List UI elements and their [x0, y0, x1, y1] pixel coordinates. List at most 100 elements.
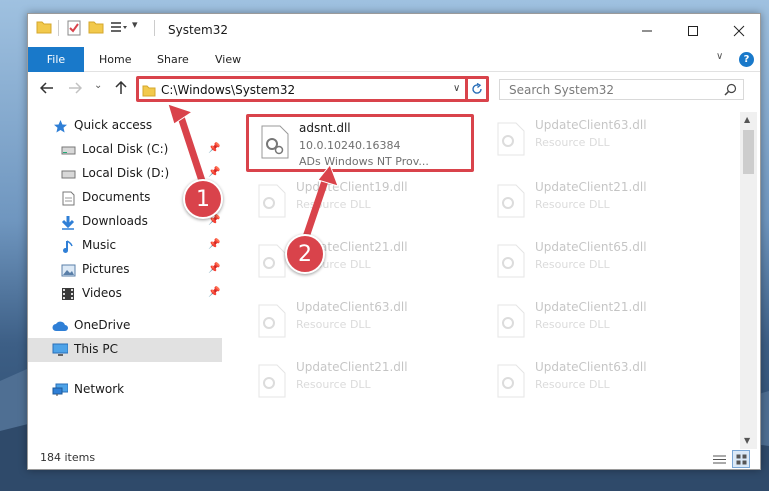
toolbar-divider — [154, 20, 155, 36]
file-item[interactable]: UpdateClient21.dll Resource DLL — [485, 296, 711, 354]
file-name: adsnt.dll — [299, 121, 351, 135]
sidebar-item-label: Downloads — [82, 214, 148, 228]
sidebar-item-this-pc[interactable]: This PC — [28, 338, 222, 362]
file-description: Resource DLL — [535, 318, 610, 331]
sidebar-item-label: Videos — [82, 286, 122, 300]
file-description: Resource DLL — [296, 198, 371, 211]
search-icon[interactable] — [724, 83, 737, 96]
dll-file-icon — [497, 364, 525, 398]
file-explorer-window: ▾ System32 File Home Share View ∨ ? ⌄ C:… — [27, 13, 761, 470]
file-item[interactable]: UpdateClient21.dll Resource DLL — [246, 356, 472, 414]
file-name: UpdateClient19.dll — [296, 180, 408, 194]
file-description: Resource DLL — [535, 198, 610, 211]
minimize-icon[interactable] — [624, 14, 670, 47]
status-bar: 184 items — [28, 447, 760, 469]
expand-ribbon-icon[interactable]: ∨ — [716, 51, 723, 62]
file-item[interactable]: UpdateClient63.dll Resource DLL — [485, 114, 711, 172]
star-icon — [52, 118, 68, 134]
file-description: Resource DLL — [296, 318, 371, 331]
drive-icon — [60, 166, 76, 182]
help-icon[interactable]: ? — [739, 52, 754, 67]
music-icon — [60, 238, 76, 254]
pin-icon[interactable]: 📌 — [208, 167, 220, 178]
downloads-icon — [60, 214, 76, 230]
dll-file-icon — [258, 364, 286, 398]
sidebar-item-onedrive[interactable]: OneDrive — [28, 314, 222, 338]
file-item[interactable]: UpdateClient19.dll Resource DLL — [246, 176, 472, 234]
dll-file-icon — [497, 304, 525, 338]
dll-file-icon — [258, 304, 286, 338]
sidebar-item-quick-access[interactable]: Quick access — [28, 114, 222, 138]
dll-file-icon — [497, 122, 525, 156]
scroll-up-icon[interactable]: ▲ — [744, 115, 750, 124]
ribbon: File Home Share View ∨ ? — [28, 47, 760, 72]
tab-share[interactable]: Share — [157, 47, 189, 72]
recent-locations-icon[interactable]: ⌄ — [94, 80, 102, 91]
file-item[interactable]: UpdateClient21.dll Resource DLL — [485, 176, 711, 234]
folder-icon — [36, 20, 52, 34]
navigation-pane: Quick access Local Disk (C:) 📌 Local Dis… — [28, 112, 224, 442]
documents-icon — [60, 190, 76, 206]
file-description: ADs Windows NT Prov... — [299, 155, 429, 168]
item-count: 184 items — [40, 451, 96, 464]
file-item-adsnt[interactable]: adsnt.dll 10.0.10240.16384 ADs Windows N… — [246, 114, 474, 172]
maximize-icon[interactable] — [670, 14, 716, 47]
sidebar-item-label: Local Disk (D:) — [82, 166, 170, 180]
refresh-button[interactable] — [465, 76, 489, 102]
large-icons-view-icon[interactable] — [732, 450, 750, 468]
sidebar-item-videos[interactable]: Videos 📌 — [28, 282, 222, 306]
cloud-icon — [52, 318, 68, 334]
search-input[interactable]: Search System32 — [499, 79, 744, 100]
file-name: UpdateClient21.dll — [535, 180, 647, 194]
details-view-icon[interactable] — [710, 450, 728, 468]
tab-view[interactable]: View — [215, 47, 241, 72]
file-item[interactable]: UpdateClient63.dll Resource DLL — [246, 296, 472, 354]
scrollbar-thumb[interactable] — [743, 130, 754, 174]
scroll-down-icon[interactable]: ▼ — [744, 436, 750, 445]
callout-step-1: 1 — [183, 179, 223, 219]
sidebar-item-network[interactable]: Network — [28, 378, 222, 402]
new-folder-icon[interactable] — [88, 20, 104, 34]
back-arrow-icon[interactable] — [39, 81, 54, 99]
file-name: UpdateClient63.dll — [535, 360, 647, 374]
file-name: UpdateClient21.dll — [296, 360, 408, 374]
customize-toolbar-icon[interactable] — [110, 20, 128, 34]
sidebar-item-label: Pictures — [82, 262, 130, 276]
up-arrow-icon[interactable] — [114, 80, 128, 99]
file-name: UpdateClient63.dll — [535, 118, 647, 132]
videos-icon — [60, 286, 76, 302]
tab-file[interactable]: File — [28, 47, 84, 72]
window-title: System32 — [168, 23, 229, 37]
sidebar-item-pictures[interactable]: Pictures 📌 — [28, 258, 222, 282]
file-version: 10.0.10240.16384 — [299, 139, 401, 152]
dll-file-icon — [497, 244, 525, 278]
pin-icon[interactable]: 📌 — [208, 143, 220, 154]
properties-icon[interactable] — [66, 20, 82, 36]
sidebar-item-label: OneDrive — [74, 318, 131, 332]
address-dropdown-icon[interactable]: ∨ — [453, 83, 460, 94]
drive-icon — [60, 142, 76, 158]
file-name: UpdateClient21.dll — [535, 300, 647, 314]
tab-home[interactable]: Home — [99, 47, 131, 72]
sidebar-item-label: Music — [82, 238, 117, 252]
sidebar-item-label: Local Disk (C:) — [82, 142, 169, 156]
pin-icon[interactable]: 📌 — [208, 239, 220, 250]
quick-access-dropdown-icon[interactable]: ▾ — [132, 18, 138, 31]
address-bar[interactable]: C:\Windows\System32 ∨ — [136, 76, 489, 102]
sidebar-item-label: Quick access — [74, 118, 153, 132]
sidebar-item-music[interactable]: Music 📌 — [28, 234, 222, 258]
pin-icon[interactable]: 📌 — [208, 263, 220, 274]
dll-file-icon — [258, 184, 286, 218]
file-item[interactable]: UpdateClient65.dll Resource DLL — [485, 236, 711, 294]
forward-arrow-icon[interactable] — [68, 81, 83, 99]
pin-icon[interactable]: 📌 — [208, 287, 220, 298]
sidebar-item-local-disk-c[interactable]: Local Disk (C:) 📌 — [28, 138, 222, 162]
pictures-icon — [60, 262, 76, 278]
vertical-scrollbar[interactable]: ▲ ▼ — [740, 112, 757, 449]
sidebar-item-label: This PC — [74, 342, 118, 356]
close-icon[interactable] — [716, 14, 760, 47]
callout-step-2: 2 — [285, 234, 325, 274]
address-path[interactable]: C:\Windows\System32 — [161, 83, 295, 97]
file-item[interactable]: UpdateClient63.dll Resource DLL — [485, 356, 711, 414]
file-item[interactable]: UpdateClient21.dll Resource DLL — [246, 236, 472, 294]
